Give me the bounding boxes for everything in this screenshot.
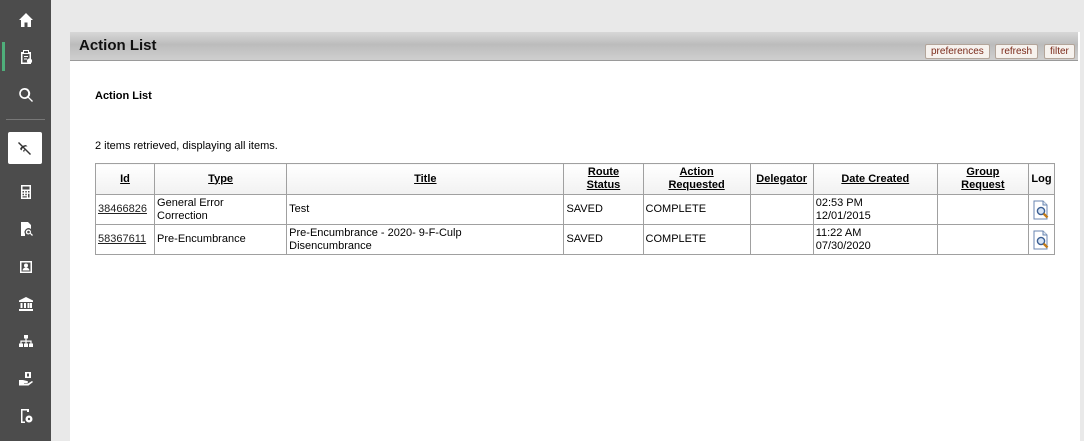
- cell-type: Pre-Encumbrance: [154, 224, 288, 255]
- sidebar-item-bank[interactable]: [0, 285, 51, 322]
- cell-route-status: SAVED: [563, 194, 644, 225]
- home-icon: [18, 12, 33, 27]
- cell-action-requested: COMPLETE: [642, 224, 751, 255]
- cell-title-line-2: Disencumbrance: [289, 239, 372, 252]
- cell-title-line-1: Pre-Encumbrance - 2020- 9-F-Culp: [289, 226, 462, 239]
- cell-time: 11:22 AM: [815, 226, 862, 239]
- sidebar-item-money-settings[interactable]: [0, 397, 51, 434]
- cell-log: [1027, 194, 1056, 225]
- table-row: 38466826 General Error Correction Test SA…: [94, 194, 1056, 225]
- column-header-action-requested[interactable]: Action Requested: [642, 163, 751, 195]
- sidebar-item-selected[interactable]: [8, 132, 42, 164]
- search-icon: [18, 87, 33, 102]
- cell-title-line-1: Test: [289, 203, 310, 215]
- column-header-route-status-label-2: Status: [586, 179, 621, 191]
- items-count-text: 2 items retrieved, displaying all items.: [95, 140, 278, 152]
- log-document-icon[interactable]: [1031, 200, 1051, 220]
- sidebar-divider: [6, 119, 45, 120]
- title-bar: Action List preferences refresh filter: [70, 32, 1078, 61]
- sidebar-item-home[interactable]: [0, 1, 51, 38]
- cell-id: 38466826: [94, 194, 156, 225]
- column-header-title[interactable]: Title: [286, 163, 565, 195]
- calculator-icon: [20, 184, 31, 199]
- column-header-route-status-label-1: Route: [587, 166, 620, 178]
- cell-group-request: [936, 224, 1029, 255]
- column-header-date-created-label: Date Created: [841, 172, 910, 185]
- column-header-route-status[interactable]: Route Status: [563, 163, 644, 195]
- column-header-action-requested-label-1: Action: [679, 166, 714, 178]
- sidebar-item-action-list[interactable]: [0, 38, 51, 75]
- money-settings-icon: [20, 408, 32, 423]
- table-header-row: Id Type Title Route Status Action Requeste…: [94, 163, 1056, 195]
- document-search-icon: [20, 221, 33, 236]
- cell-type-line-1: General Error: [157, 196, 224, 209]
- user-card-icon: [19, 260, 32, 273]
- table-row: 58367611 Pre-Encumbrance Pre-Encumbrance…: [94, 224, 1056, 255]
- no-signal-icon: [18, 142, 31, 155]
- sidebar-item-calculator[interactable]: [0, 173, 51, 210]
- sidebar-item-search[interactable]: [0, 76, 51, 113]
- cell-delegator: [749, 224, 814, 255]
- cell-action-requested: COMPLETE: [642, 194, 751, 225]
- cell-id: 58367611: [94, 224, 156, 255]
- filter-button[interactable]: filter: [1044, 44, 1075, 59]
- column-header-delegator-label: Delegator: [756, 172, 808, 185]
- document-id-link[interactable]: 58367611: [98, 233, 146, 245]
- cell-route-status: SAVED: [563, 224, 644, 255]
- clipboard-check-icon: [20, 49, 32, 64]
- sidebar-item-org-chart[interactable]: [0, 323, 51, 360]
- column-header-group-request-label-1: Group: [966, 166, 1000, 178]
- sidebar-item-user-card[interactable]: [0, 248, 51, 285]
- column-header-group-request[interactable]: Group Request: [936, 163, 1029, 195]
- sidebar: [0, 0, 51, 441]
- org-chart-icon: [18, 334, 33, 347]
- log-document-icon[interactable]: [1031, 230, 1051, 250]
- cell-date: 07/30/2020: [815, 239, 871, 252]
- cell-type-line-1: Pre-Encumbrance: [157, 233, 246, 245]
- column-header-log: Log: [1027, 163, 1056, 195]
- cell-title: Test: [286, 194, 565, 225]
- section-heading: Action List: [95, 90, 152, 102]
- cell-log: [1027, 224, 1056, 255]
- cell-date-created: 11:22 AM 07/30/2020: [812, 224, 938, 255]
- column-header-log-label: Log: [1031, 172, 1052, 185]
- preferences-button[interactable]: preferences: [925, 44, 990, 59]
- column-header-date-created[interactable]: Date Created: [812, 163, 938, 195]
- cell-type: General Error Correction: [154, 194, 288, 225]
- column-header-group-request-label-2: Request: [961, 179, 1005, 191]
- column-header-id[interactable]: Id: [94, 163, 156, 195]
- column-header-type[interactable]: Type: [154, 163, 288, 195]
- column-header-type-label: Type: [208, 172, 234, 185]
- column-header-action-requested-label-2: Requested: [668, 179, 725, 191]
- cell-time: 02:53 PM: [815, 196, 863, 209]
- page-title: Action List: [79, 37, 157, 54]
- cell-group-request: [936, 194, 1029, 225]
- cell-type-line-2: Correction: [157, 209, 208, 222]
- main-panel: Action List preferences refresh filter A…: [70, 32, 1080, 441]
- column-header-delegator[interactable]: Delegator: [749, 163, 814, 195]
- document-id-link[interactable]: 38466826: [98, 203, 147, 215]
- cell-date-created: 02:53 PM 12/01/2015: [812, 194, 938, 225]
- cell-date: 12/01/2015: [815, 209, 871, 222]
- cell-title: Pre-Encumbrance - 2020- 9-F-Culp Disencum…: [286, 224, 565, 255]
- sidebar-item-money-hand[interactable]: [0, 360, 51, 397]
- action-list-table: Id Type Title Route Status Action Requeste…: [94, 163, 1056, 255]
- refresh-button[interactable]: refresh: [995, 44, 1039, 59]
- sidebar-item-document-search[interactable]: [0, 210, 51, 247]
- cell-delegator: [749, 194, 814, 225]
- column-header-title-label: Title: [414, 172, 437, 185]
- bank-icon: [18, 296, 33, 311]
- money-hand-icon: [18, 371, 33, 385]
- column-header-id-label: Id: [120, 172, 130, 185]
